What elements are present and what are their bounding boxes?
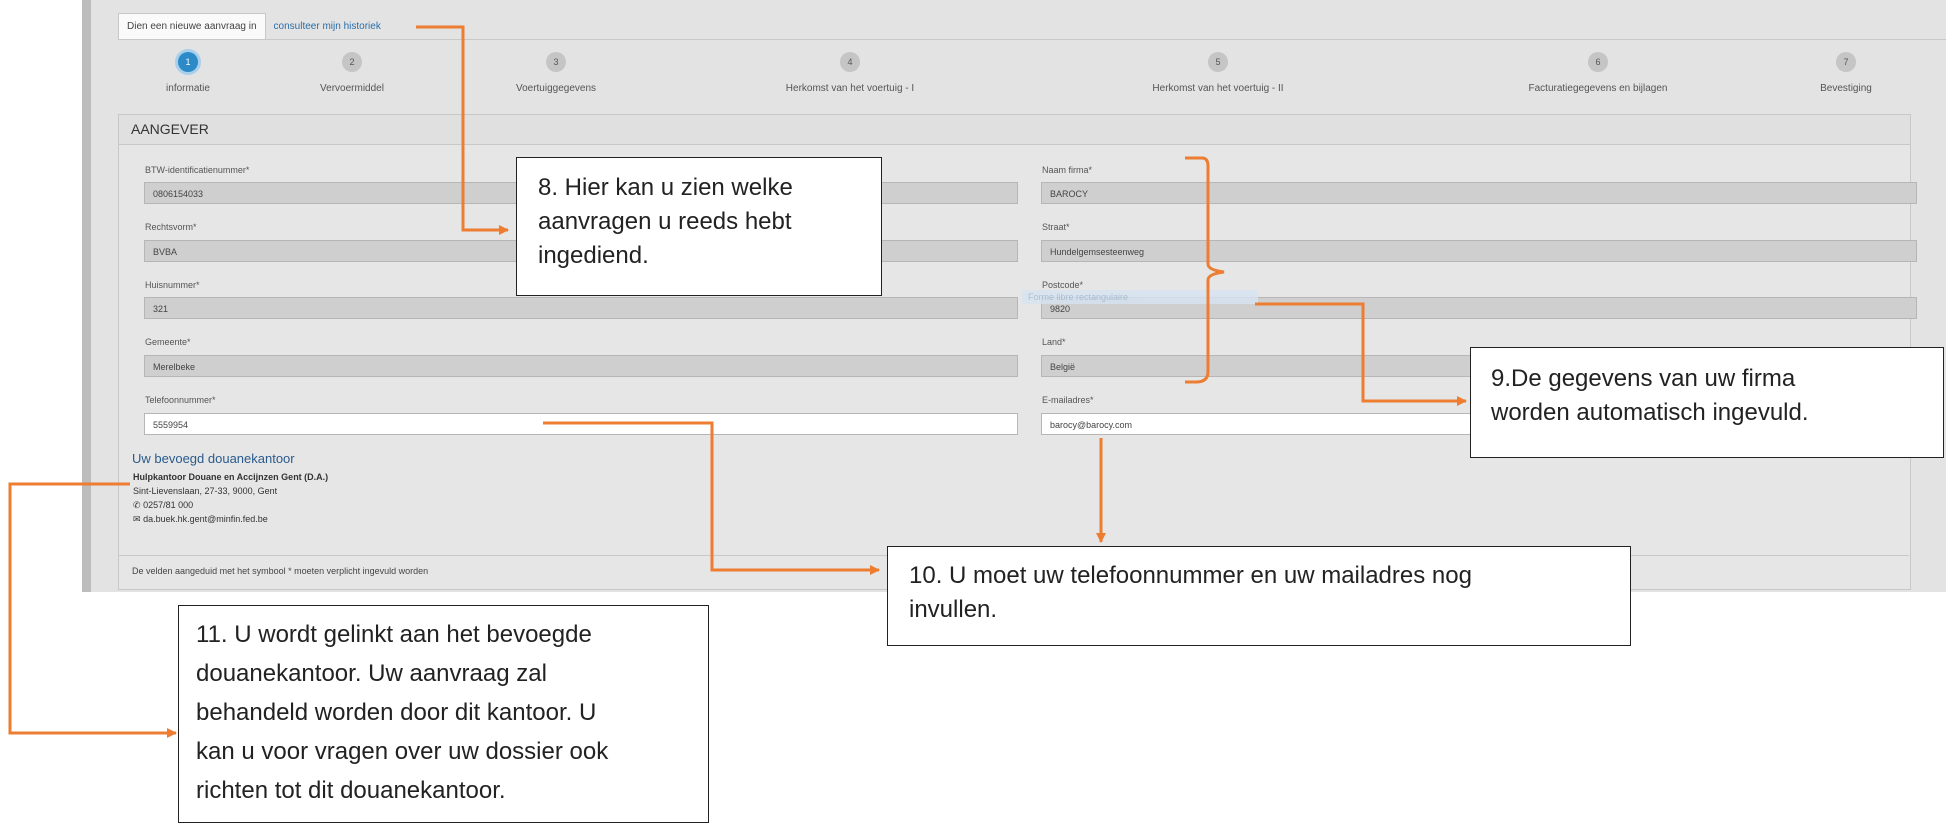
office-address: Sint-Lievenslaan, 27-33, 9000, Gent	[133, 486, 278, 496]
postcode-label: Postcode*	[1042, 280, 1084, 290]
step-label: Vervoermiddel	[320, 83, 384, 94]
step-3[interactable]: 3 Voertuiggegevens	[456, 52, 656, 94]
step-number: 4	[840, 52, 860, 72]
ghost-shape-label: Forme libre rectangulaire	[1022, 290, 1258, 304]
tab-bar: Dien een nieuwe aanvraag in consulteer m…	[118, 13, 389, 40]
step-label: Bevestiging	[1820, 83, 1872, 94]
straat-label: Straat*	[1042, 222, 1070, 232]
callout-8-line-2: aanvragen u reeds hebt	[538, 208, 792, 235]
gemeente-label: Gemeente*	[145, 337, 191, 347]
callout-9: 9.De gegevens van uw firma worden automa…	[1470, 347, 1944, 458]
step-number: 7	[1836, 52, 1856, 72]
envelope-icon: ✉	[133, 514, 141, 524]
callout-8-line-1: 8. Hier kan u zien welke	[538, 174, 793, 201]
naam-field[interactable]: BAROCY	[1041, 182, 1917, 204]
step-label: Herkomst van het voertuig - II	[1152, 83, 1284, 94]
callout-11-line-4: kan u voor vragen over uw dossier ook	[196, 738, 609, 765]
huisnummer-label: Huisnummer*	[145, 280, 200, 290]
step-5[interactable]: 5 Herkomst van het voertuig - II	[1118, 52, 1318, 94]
callout-11: 11. U wordt gelinkt aan het bevoegde dou…	[178, 605, 709, 823]
callout-10: 10. U moet uw telefoonnummer en uw maila…	[887, 546, 1631, 646]
callout-11-line-2: douanekantoor. Uw aanvraag zal	[196, 660, 547, 687]
gemeente-field[interactable]: Merelbeke	[144, 355, 1018, 377]
straat-field[interactable]: Hundelgemsesteenweg	[1041, 240, 1917, 262]
office-name: Hulpkantoor Douane en Accijnzen Gent (D.…	[133, 472, 329, 482]
required-fields-note: De velden aangeduid met het symbool * mo…	[132, 566, 429, 576]
email-label: E-mailadres*	[1042, 395, 1094, 405]
callout-11-line-3: behandeld worden door dit kantoor. U	[196, 699, 597, 726]
callout-11-line-1: 11. U wordt gelinkt aan het bevoegde	[196, 621, 592, 648]
step-4[interactable]: 4 Herkomst van het voertuig - I	[750, 52, 950, 94]
callout-8-line-3: ingediend.	[538, 242, 649, 269]
telefoon-field[interactable]: 5559954	[144, 413, 1018, 435]
step-2[interactable]: 2 Vervoermiddel	[252, 52, 452, 94]
step-label: Facturatiegegevens en bijlagen	[1528, 83, 1668, 94]
step-7[interactable]: 7 Bevestiging	[1746, 52, 1946, 94]
office-phone: 0257/81 000	[143, 500, 194, 510]
step-number: 5	[1208, 52, 1228, 72]
phone-icon: ✆	[133, 500, 141, 510]
naam-label: Naam firma*	[1042, 165, 1093, 175]
office-mail-row: ✉ da.buek.hk.gent@minfin.fed.be	[133, 514, 268, 525]
step-number: 3	[546, 52, 566, 72]
step-label: Voertuiggegevens	[515, 83, 597, 94]
tab-history-link[interactable]: consulteer mijn historiek	[266, 14, 389, 40]
office-email[interactable]: da.buek.hk.gent@minfin.fed.be	[143, 514, 268, 524]
callout-10-line-1: 10. U moet uw telefoonnummer en uw maila…	[909, 562, 1472, 589]
panel-title: AANGEVER	[119, 115, 1910, 145]
tab-new-request[interactable]: Dien een nieuwe aanvraag in	[118, 13, 266, 40]
step-label: Herkomst van het voertuig - I	[785, 83, 915, 94]
callout-8: 8. Hier kan u zien welke aanvragen u ree…	[516, 157, 882, 296]
land-label: Land*	[1042, 337, 1066, 347]
huisnummer-field[interactable]: 321	[144, 297, 1018, 319]
step-6[interactable]: 6 Facturatiegegevens en bijlagen	[1498, 52, 1698, 94]
callout-9-line-1: 9.De gegevens van uw firma	[1491, 365, 1796, 392]
wizard-stepper: 1 informatie 2 Vervoermiddel 3 Voertuigg…	[118, 52, 1946, 102]
callout-9-line-2: worden automatisch ingevuld.	[1491, 399, 1809, 426]
office-title: Uw bevoegd douanekantoor	[132, 451, 295, 466]
step-number: 1	[178, 52, 198, 72]
callout-11-line-5: richten tot dit douanekantoor.	[196, 777, 506, 804]
step-number: 2	[342, 52, 362, 72]
tab-divider	[118, 39, 1946, 40]
btw-label: BTW-identificatienummer*	[145, 165, 250, 175]
telefoon-label: Telefoonnummer*	[145, 395, 216, 405]
rechtsvorm-label: Rechtsvorm*	[145, 222, 197, 232]
step-number: 6	[1588, 52, 1608, 72]
callout-10-line-2: invullen.	[909, 596, 998, 623]
office-phone-row: ✆ 0257/81 000	[133, 500, 193, 511]
